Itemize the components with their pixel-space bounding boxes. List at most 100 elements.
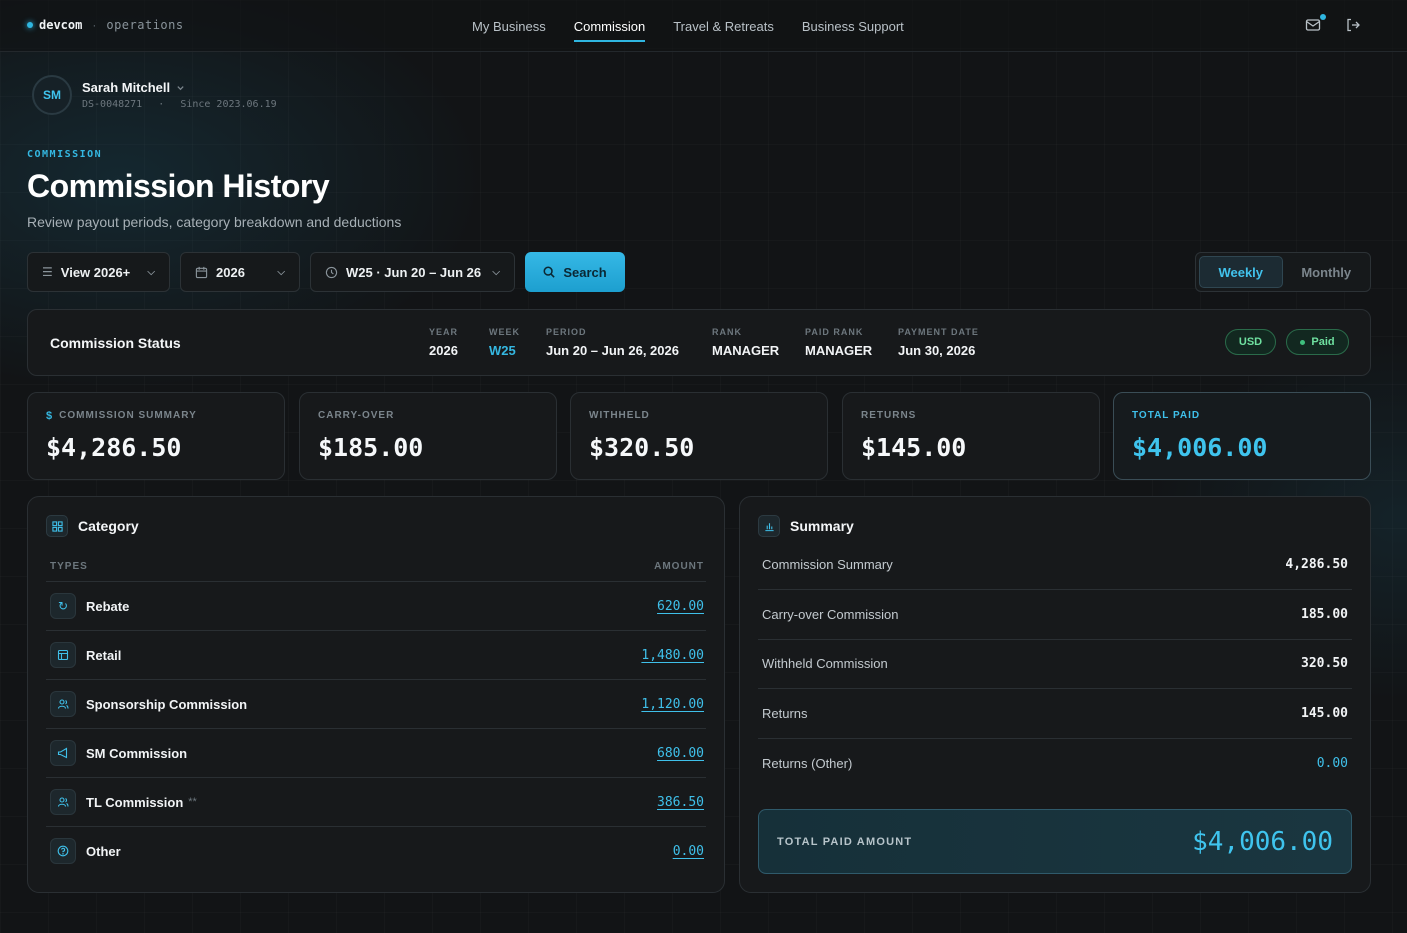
user-name-row: Sarah Mitchell <box>82 80 277 95</box>
help-icon <box>50 838 76 864</box>
summary-label: Carry-over Commission <box>762 607 899 622</box>
status-title: Commission Status <box>50 335 181 351</box>
week-filter[interactable]: W25 · Jun 20 – Jun 26 ⌵ <box>310 252 515 292</box>
view-filter[interactable]: ☰ View 2026+ ⌵ <box>27 252 170 292</box>
logout-icon[interactable] <box>1345 17 1363 35</box>
user-name: Sarah Mitchell <box>82 80 171 95</box>
card-total-paid: TOTAL PAID $4,006.00 <box>1113 392 1371 480</box>
col-types: TYPES <box>50 561 88 572</box>
year-filter[interactable]: 2026 ⌵ <box>180 252 300 292</box>
grid-icon <box>46 515 68 537</box>
category-row-rebate: ↻ Rebate 620.00 <box>46 581 706 630</box>
stat-payment-date-label: PAYMENT DATE <box>898 327 979 337</box>
search-icon <box>543 266 556 278</box>
week-filter-label: W25 · Jun 20 – Jun 26 <box>346 264 482 280</box>
card-carry-over: CARRY-OVER $185.00 <box>299 392 557 480</box>
category-amount-link[interactable]: 0.00 <box>673 844 704 859</box>
nav-my-business[interactable]: My Business <box>472 0 546 42</box>
summary-row: Returns (Other) 0.00 <box>758 738 1352 788</box>
summary-title: Summary <box>790 518 854 534</box>
currency-badge: USD <box>1225 329 1276 355</box>
brand-separator: · <box>92 18 97 32</box>
brand-dot-icon <box>27 22 33 28</box>
category-name: Rebate <box>86 598 130 614</box>
stat-year-value: 2026 <box>429 343 458 358</box>
chevron-down-icon: ⌵ <box>492 266 500 278</box>
summary-label: Commission Summary <box>762 557 893 572</box>
category-name: Other <box>86 843 121 859</box>
stat-period-value: Jun 20 – Jun 26, 2026 <box>546 343 679 358</box>
category-name: Retail <box>86 647 122 663</box>
card-label: RETURNS <box>861 410 917 421</box>
stat-rank-value: MANAGER <box>712 343 780 358</box>
stat-year: YEAR 2026 <box>429 327 458 358</box>
stat-week: WEEK W25 <box>489 327 520 358</box>
summary-panel: Summary Commission Summary 4,286.50 Carr… <box>739 496 1371 893</box>
category-amount-link[interactable]: 1,480.00 <box>641 648 704 663</box>
notification-dot <box>1320 14 1326 20</box>
period-toggle: Weekly Monthly <box>1195 252 1371 292</box>
category-title: Category <box>78 518 139 534</box>
card-value: $4,006.00 <box>1132 433 1268 462</box>
total-paid-box: TOTAL PAID AMOUNT $4,006.00 <box>758 809 1352 874</box>
category-note: ** <box>188 796 197 808</box>
summary-label: Returns (Other) <box>762 755 853 771</box>
chevron-down-icon: ⌵ <box>277 266 285 278</box>
category-amount-link[interactable]: 620.00 <box>657 599 704 614</box>
stat-period-label: PERIOD <box>546 327 587 337</box>
summary-value: 0.00 <box>1316 755 1348 771</box>
stat-week-value: W25 <box>489 343 516 358</box>
summary-label: Withheld Commission <box>762 656 888 671</box>
page-subtitle: Review payout periods, category breakdow… <box>27 214 402 230</box>
toggle-weekly[interactable]: Weekly <box>1199 256 1283 288</box>
category-row-retail: Retail 1,480.00 <box>46 630 706 679</box>
top-nav: devcom · operations My Business Commissi… <box>0 0 1407 52</box>
toggle-monthly[interactable]: Monthly <box>1286 256 1368 288</box>
brand[interactable]: devcom · operations <box>27 18 184 32</box>
store-icon <box>50 642 76 668</box>
refresh-icon: ↻ <box>50 593 76 619</box>
team-icon <box>50 789 76 815</box>
calendar-icon <box>195 266 208 278</box>
category-row-sponsorship: Sponsorship Commission 1,120.00 <box>46 679 706 728</box>
summary-label: Returns <box>762 706 808 721</box>
mail-icon[interactable] <box>1305 14 1326 35</box>
stat-rank-label: RANK <box>712 327 742 337</box>
stat-paid-rank: PAID RANK MANAGER <box>805 327 872 358</box>
main-nav: My Business Commission Travel & Retreats… <box>472 0 904 52</box>
card-label-text: COMMISSION SUMMARY <box>59 410 197 421</box>
category-amount-link[interactable]: 386.50 <box>657 795 704 810</box>
total-paid-label: TOTAL PAID AMOUNT <box>777 835 913 848</box>
search-button-label: Search <box>563 264 607 280</box>
card-value: $145.00 <box>861 433 967 462</box>
stat-paid-rank-value: MANAGER <box>805 343 873 358</box>
col-amount: AMOUNT <box>654 561 704 572</box>
nav-commission[interactable]: Commission <box>573 0 646 42</box>
page-eyebrow: COMMISSION <box>27 149 103 160</box>
category-name: Sponsorship Commission <box>86 696 248 712</box>
stat-year-label: YEAR <box>429 327 459 337</box>
category-amount-link[interactable]: 680.00 <box>657 746 704 761</box>
nav-travel-retreats[interactable]: Travel & Retreats <box>673 0 774 42</box>
chevron-down-icon <box>177 86 184 91</box>
card-value: $185.00 <box>318 433 424 462</box>
category-row-tl: TL Commission ** 386.50 <box>46 777 706 826</box>
summary-row: Returns 145.00 <box>758 689 1352 739</box>
nav-business-support[interactable]: Business Support <box>802 0 904 42</box>
status-badge: Paid <box>1286 329 1349 355</box>
stat-period: PERIOD Jun 20 – Jun 26, 2026 <box>546 327 679 358</box>
card-label: CARRY-OVER <box>318 410 395 421</box>
category-panel: Category TYPES AMOUNT ↻ Rebate 620.00 Re… <box>27 496 725 893</box>
summary-row: Withheld Commission 320.50 <box>758 639 1352 689</box>
brand-name: devcom <box>39 18 83 32</box>
summary-row: Commission Summary 4,286.50 <box>758 540 1352 590</box>
users-icon <box>50 691 76 717</box>
stat-rank: RANK MANAGER <box>712 327 779 358</box>
card-returns: RETURNS $145.00 <box>842 392 1100 480</box>
user-profile[interactable]: SM Sarah Mitchell DS-0048271 · Since 202… <box>32 75 277 115</box>
page-title: Commission History <box>27 168 330 204</box>
category-amount-link[interactable]: 1,120.00 <box>641 697 704 712</box>
card-value: $4,286.50 <box>46 433 182 462</box>
status-badge-label: Paid <box>1311 336 1335 348</box>
search-button[interactable]: Search <box>525 252 625 292</box>
